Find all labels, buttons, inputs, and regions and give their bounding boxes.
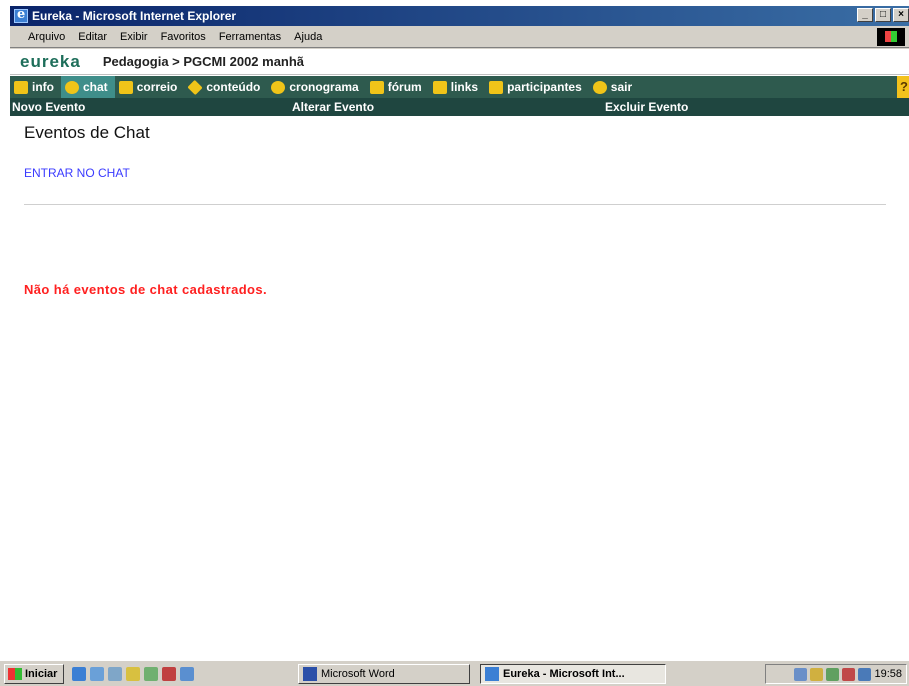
start-label: Iniciar — [25, 667, 58, 680]
nav-links[interactable]: links — [429, 76, 485, 98]
word-quicklaunch-icon[interactable] — [180, 666, 194, 681]
task-label: Microsoft Word — [321, 668, 395, 680]
close-button[interactable]: × — [893, 8, 909, 22]
nav-conteudo[interactable]: conteúdo — [184, 76, 267, 98]
page-content: eureka Pedagogia > PGCMI 2002 manhã info… — [10, 49, 909, 656]
maximize-button[interactable]: □ — [875, 8, 891, 22]
content-icon — [187, 79, 204, 95]
menu-arquivo[interactable]: Arquivo — [28, 31, 65, 43]
delete-event-link[interactable]: Excluir Evento — [605, 100, 688, 114]
title-bar: Eureka - Microsoft Internet Explorer _ □… — [10, 6, 909, 26]
ie-icon — [485, 667, 499, 681]
media-icon[interactable] — [162, 666, 176, 681]
empty-events-message: Não há eventos de chat cadastrados. — [24, 282, 268, 297]
menu-ajuda[interactable]: Ajuda — [294, 31, 322, 43]
printer-icon[interactable] — [858, 667, 872, 681]
exit-icon — [592, 80, 607, 94]
word-icon — [303, 667, 317, 681]
nav-participantes[interactable]: participantes — [485, 76, 589, 98]
network-icon[interactable] — [794, 667, 808, 681]
nav-cronograma[interactable]: cronograma — [267, 76, 365, 98]
nav-label: sair — [610, 80, 633, 94]
participants-icon — [489, 80, 504, 94]
quick-launch — [72, 666, 194, 681]
main-nav: info chat correio conteúdo cronograma fó… — [10, 76, 909, 98]
divider — [24, 204, 886, 205]
window-title: Eureka - Microsoft Internet Explorer — [32, 9, 237, 23]
breadcrumb: Pedagogia > PGCMI 2002 manhã — [102, 54, 305, 69]
links-icon — [432, 80, 447, 94]
browser-window: Eureka - Microsoft Internet Explorer _ □… — [8, 6, 909, 656]
start-button[interactable]: Iniciar — [4, 663, 64, 684]
nav-info[interactable]: info — [10, 76, 61, 98]
new-event-link[interactable]: Novo Evento — [12, 100, 85, 114]
clock: 19:58 — [874, 668, 902, 680]
chat-icon — [65, 80, 79, 94]
task-microsoft-word[interactable]: Microsoft Word — [298, 664, 470, 684]
page-title: Eventos de Chat — [24, 123, 150, 142]
nav-forum[interactable]: fórum — [366, 76, 429, 98]
nav-label: conteúdo — [206, 80, 261, 94]
desktop-icon[interactable] — [90, 666, 104, 681]
nav-label: cronograma — [289, 80, 359, 94]
nav-label: correio — [136, 80, 178, 94]
app-icon[interactable] — [144, 666, 158, 681]
ie-icon — [14, 7, 28, 23]
outlook-icon[interactable] — [108, 666, 122, 681]
antivirus-icon[interactable] — [826, 667, 840, 681]
edit-event-link[interactable]: Alterar Evento — [292, 100, 374, 114]
system-tray: 19:58 — [765, 664, 907, 684]
taskbar: Iniciar Microsoft Word Eureka - Microsof… — [0, 660, 909, 686]
menu-favoritos[interactable]: Favoritos — [161, 31, 206, 43]
menu-bar: Arquivo Editar Exibir Favoritos Ferramen… — [10, 26, 909, 48]
nav-label: fórum — [387, 80, 422, 94]
task-label: Eureka - Microsoft Int... — [503, 668, 625, 680]
mail-icon — [118, 80, 133, 94]
nav-correio[interactable]: correio — [115, 76, 185, 98]
eureka-logo: eureka — [20, 51, 81, 71]
volume-icon[interactable] — [810, 667, 824, 681]
enter-chat-link[interactable]: ENTRAR NO CHAT — [24, 166, 130, 180]
clock-icon — [271, 80, 286, 94]
folder-icon[interactable] — [126, 666, 140, 681]
windows-logo-icon — [877, 28, 905, 46]
task-eureka-ie[interactable]: Eureka - Microsoft Int... — [480, 664, 666, 684]
window-controls: _ □ × — [857, 8, 909, 22]
tray-app-icon[interactable] — [842, 667, 856, 681]
nav-label: participantes — [507, 80, 582, 94]
info-icon — [14, 80, 28, 94]
menu-ferramentas[interactable]: Ferramentas — [219, 31, 281, 43]
menu-exibir[interactable]: Exibir — [120, 31, 148, 43]
nav-label: links — [450, 80, 479, 94]
minimize-button[interactable]: _ — [857, 8, 873, 22]
nav-label: chat — [83, 80, 108, 94]
menu-editar[interactable]: Editar — [78, 31, 107, 43]
help-button[interactable]: ? — [897, 76, 909, 98]
forum-icon — [369, 80, 384, 94]
nav-label: info — [32, 80, 54, 94]
event-actions-bar: Novo Evento Alterar Evento Excluir Event… — [10, 98, 909, 116]
nav-chat[interactable]: chat — [61, 76, 115, 98]
windows-flag-icon — [8, 667, 22, 680]
ie-quicklaunch-icon[interactable] — [72, 666, 86, 681]
brand-bar: eureka Pedagogia > PGCMI 2002 manhã — [10, 49, 909, 75]
nav-sair[interactable]: sair — [589, 76, 639, 98]
